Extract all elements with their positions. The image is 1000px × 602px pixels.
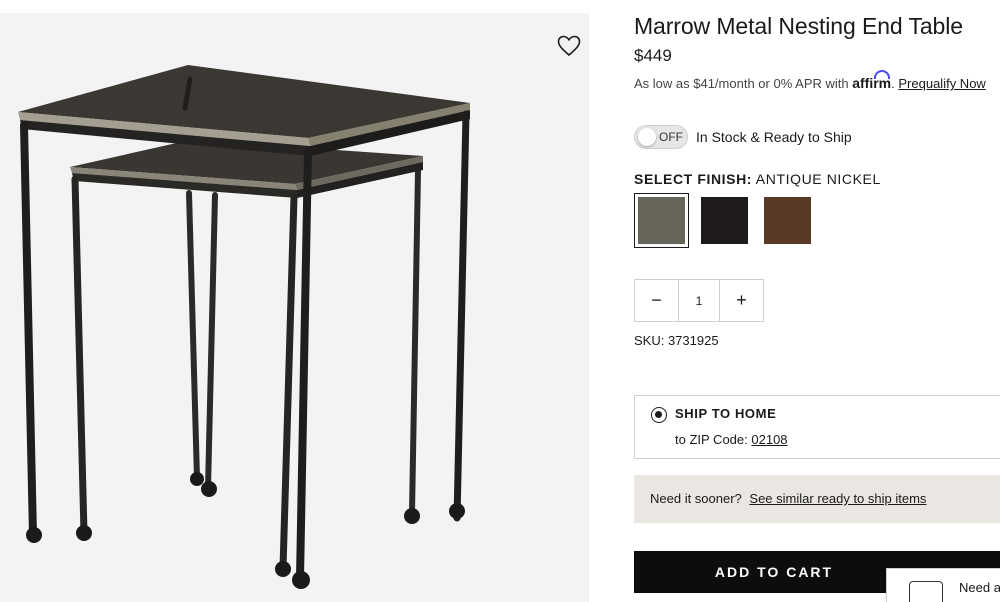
product-gallery (0, 13, 589, 602)
financing-text: As low as $41/month or 0% APR with (634, 76, 849, 91)
prequalify-link[interactable]: Prequalify Now (898, 76, 985, 91)
quantity-input[interactable]: 1 (678, 280, 720, 321)
selected-finish: ANTIQUE NICKEL (755, 171, 881, 187)
chat-widget[interactable]: Need a (886, 568, 1000, 602)
wishlist-button[interactable] (553, 31, 585, 61)
ready-to-ship-toggle[interactable]: OFF (634, 125, 688, 149)
in-stock-label: In Stock & Ready to Ship (696, 129, 852, 145)
product-title: Marrow Metal Nesting End Table (634, 13, 963, 39)
in-stock-filter: OFF In Stock & Ready to Ship (634, 125, 852, 149)
decrease-quantity-button[interactable]: − (635, 280, 678, 321)
swatch-black[interactable] (697, 193, 752, 248)
affirm-logo: affirm (852, 70, 891, 91)
toggle-state: OFF (659, 130, 683, 144)
product-price: $449 (634, 46, 672, 65)
financing-line: As low as $41/month or 0% APR with affir… (634, 70, 986, 91)
increase-quantity-button[interactable]: + (720, 280, 763, 321)
finish-label: SELECT FINISH: ANTIQUE NICKEL (634, 171, 881, 187)
product-image (18, 65, 470, 589)
need-it-sooner-banner: Need it sooner? See similar ready to shi… (634, 475, 1000, 523)
heart-icon (557, 35, 581, 57)
chat-label: Need a (959, 580, 1000, 595)
product-info: Marrow Metal Nesting End Table $449 As l… (634, 0, 1000, 602)
zip-code-link[interactable]: 02108 (751, 432, 787, 447)
zip-line: to ZIP Code: 02108 (675, 432, 788, 447)
finish-swatches (634, 193, 815, 248)
sku-text: SKU: 3731925 (634, 333, 719, 348)
toggle-knob (638, 128, 656, 146)
swatch-bronze[interactable] (760, 193, 815, 248)
swatch-antique-nickel[interactable] (634, 193, 689, 248)
ship-to-home-title: SHIP TO HOME (675, 406, 777, 421)
ship-to-home-option[interactable]: SHIP TO HOME to ZIP Code: 02108 (634, 395, 1000, 459)
ready-to-ship-link[interactable]: See similar ready to ship items (749, 491, 926, 506)
quantity-stepper: − 1 + (634, 279, 764, 322)
need-it-sooner-text: Need it sooner? (650, 491, 742, 506)
ship-to-home-radio[interactable] (651, 407, 667, 423)
chat-icon (909, 581, 943, 602)
